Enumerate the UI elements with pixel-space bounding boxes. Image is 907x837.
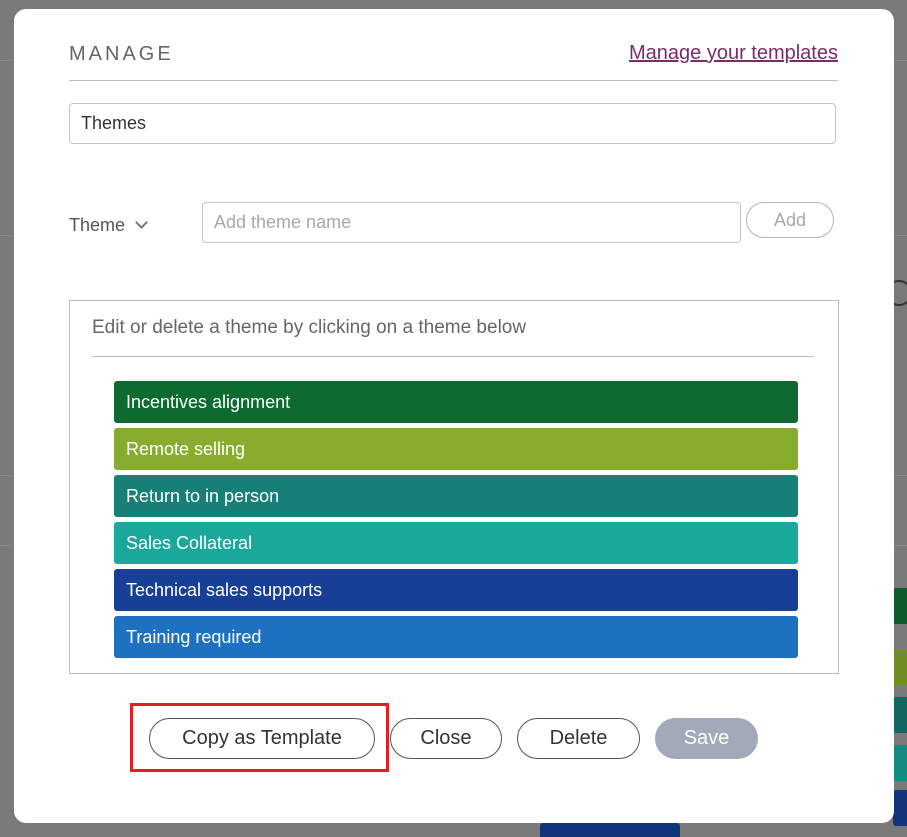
copy-as-template-button[interactable]: Copy as Template bbox=[149, 718, 375, 759]
background-theme-chip bbox=[540, 823, 680, 837]
dialog-title: MANAGE bbox=[69, 43, 174, 65]
background-theme-chip bbox=[893, 790, 907, 826]
theme-item[interactable]: Sales Collateral bbox=[114, 522, 798, 564]
template-name-field[interactable]: Themes bbox=[69, 103, 836, 144]
theme-item[interactable]: Incentives alignment bbox=[114, 381, 798, 423]
theme-item[interactable]: Training required bbox=[114, 616, 798, 658]
manage-templates-link[interactable]: Manage your templates bbox=[629, 42, 838, 65]
save-button[interactable]: Save bbox=[655, 718, 758, 759]
dialog-header: MANAGE Manage your templates bbox=[69, 39, 838, 81]
chevron-down-icon bbox=[135, 216, 148, 229]
delete-button[interactable]: Delete bbox=[517, 718, 640, 759]
theme-type-dropdown[interactable]: Theme bbox=[69, 215, 148, 236]
close-button[interactable]: Close bbox=[390, 718, 502, 759]
theme-item[interactable]: Return to in person bbox=[114, 475, 798, 517]
theme-type-label: Theme bbox=[69, 215, 126, 235]
background-theme-chip bbox=[893, 588, 907, 624]
background-theme-chip bbox=[893, 650, 907, 686]
add-theme-input[interactable] bbox=[202, 202, 741, 243]
theme-item[interactable]: Technical sales supports bbox=[114, 569, 798, 611]
manage-themes-dialog: MANAGE Manage your templates Themes Them… bbox=[14, 9, 894, 823]
background-theme-chip bbox=[893, 745, 907, 781]
add-theme-button[interactable]: Add bbox=[746, 202, 834, 238]
themes-hint: Edit or delete a theme by clicking on a … bbox=[92, 317, 814, 357]
themes-list: Incentives alignment Remote selling Retu… bbox=[114, 381, 798, 663]
theme-item[interactable]: Remote selling bbox=[114, 428, 798, 470]
themes-panel: Edit or delete a theme by clicking on a … bbox=[69, 300, 839, 674]
background-theme-chip bbox=[893, 697, 907, 733]
